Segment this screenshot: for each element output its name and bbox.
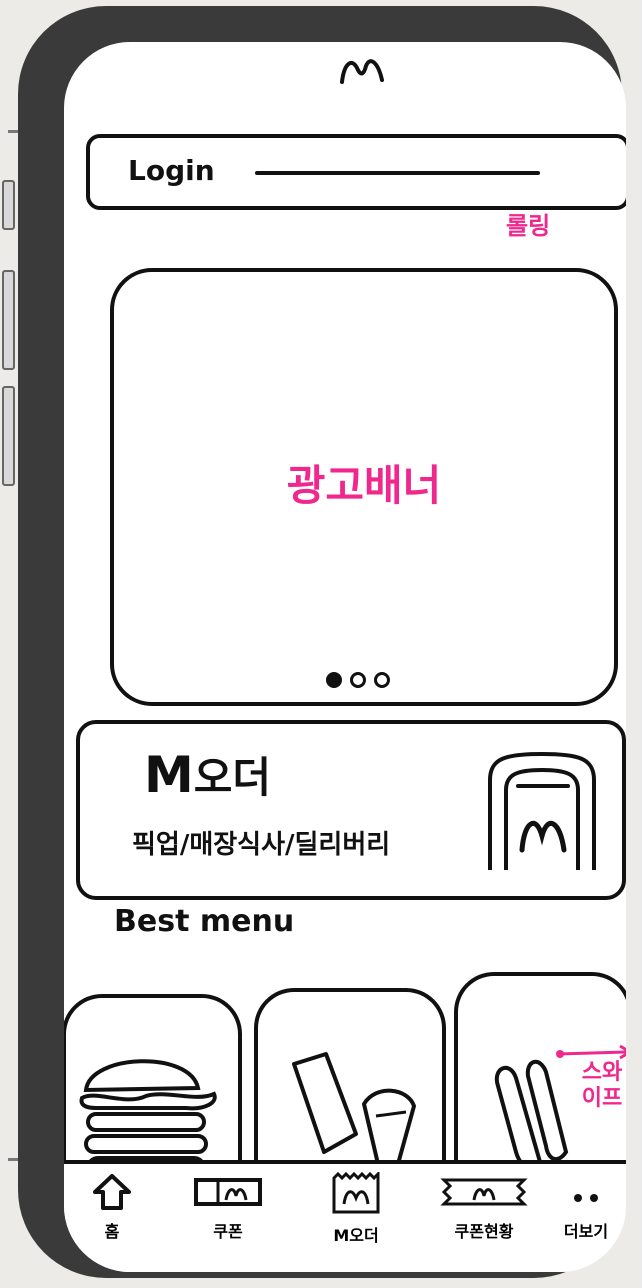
bottom-tab-bar: 홈 쿠폰 M오더 쿠폰현황 더보기 (64, 1160, 626, 1272)
volume-up-button (2, 270, 15, 370)
kiosk-icon (488, 751, 596, 870)
m-order-options: 픽업/매장식사/딜리버리 (132, 830, 391, 860)
login-label: Login (128, 154, 215, 187)
m-order-logo: M (144, 746, 194, 804)
ad-banner-label: 광고배너 (286, 461, 442, 510)
tab-label: 홈 (104, 1222, 120, 1241)
m-order-icon (332, 1172, 380, 1214)
tab-label: 쿠폰 (213, 1222, 243, 1241)
swipe-annotation: 스와이프 (581, 1060, 623, 1112)
frame-tick (8, 1158, 18, 1161)
ad-banner[interactable]: 광고배너 (110, 268, 618, 706)
home-icon (93, 1174, 131, 1210)
tab-label: 쿠폰현황 (454, 1222, 514, 1241)
tab-more[interactable]: 더보기 (554, 1172, 618, 1242)
silent-switch (2, 180, 15, 230)
best-menu-heading: Best menu (114, 904, 295, 939)
tab-label: 더보기 (563, 1222, 609, 1241)
banner-pagination[interactable] (326, 672, 390, 688)
tab-coupon[interactable]: 쿠폰 (188, 1172, 268, 1242)
pagination-dot[interactable] (374, 672, 390, 688)
mcdonalds-logo[interactable] (334, 52, 394, 88)
phone-frame: Login 롤링 광고배너 M오더 픽업/매장식사/딜리버리 Best menu… (18, 6, 626, 1278)
m-order-card[interactable]: M오더 픽업/매장식사/딜리버리 (76, 720, 626, 900)
login-input-line (255, 171, 540, 175)
frame-tick (8, 130, 18, 133)
m-order-title: M오더 (144, 744, 271, 805)
coupon-status-icon (440, 1178, 528, 1206)
volume-down-button (2, 386, 15, 486)
phone-screen: Login 롤링 광고배너 M오더 픽업/매장식사/딜리버리 Best menu… (64, 42, 626, 1272)
more-icon (574, 1194, 598, 1202)
tab-coupon-status[interactable]: 쿠폰현황 (434, 1172, 534, 1242)
login-bar[interactable]: Login (86, 134, 626, 210)
pagination-dot[interactable] (326, 672, 342, 688)
rolling-annotation: 롤링 (506, 212, 551, 240)
coupon-icon (194, 1178, 262, 1206)
pagination-dot[interactable] (350, 672, 366, 688)
tab-home[interactable]: 홈 (72, 1172, 152, 1242)
tab-m-order[interactable]: M오더 (316, 1172, 396, 1246)
m-order-title-text: 오더 (193, 753, 272, 802)
tab-label: M오더 (333, 1226, 379, 1245)
